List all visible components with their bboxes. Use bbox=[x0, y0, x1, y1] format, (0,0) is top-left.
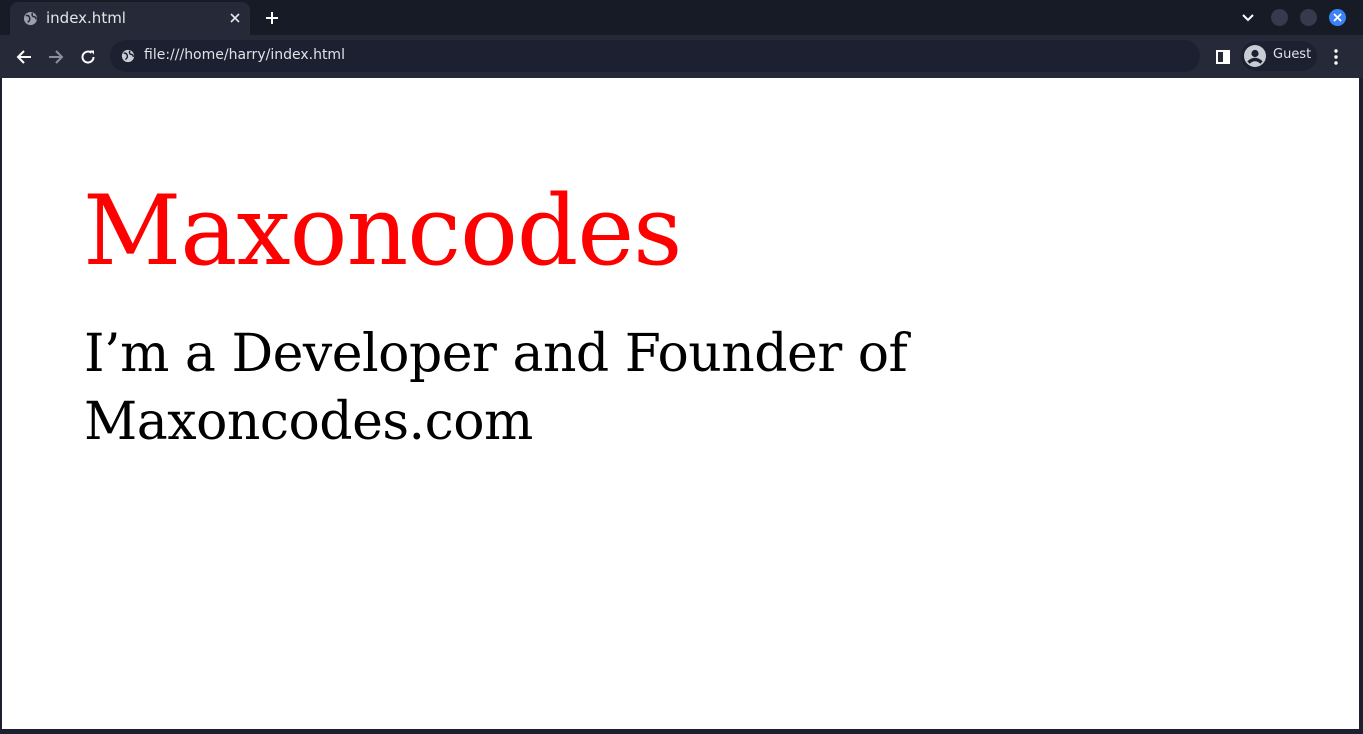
avatar-icon bbox=[1244, 45, 1266, 67]
more-vert-icon bbox=[1334, 49, 1338, 65]
arrow-left-icon bbox=[16, 50, 31, 64]
minimize-window-button[interactable] bbox=[1271, 9, 1288, 26]
profile-button[interactable]: Guest bbox=[1241, 41, 1317, 71]
address-bar[interactable]: file:///home/harry/index.html bbox=[110, 40, 1200, 72]
browser-toolbar: file:///home/harry/index.html Guest bbox=[0, 35, 1363, 78]
reload-button[interactable] bbox=[77, 46, 99, 68]
chevron-down-icon[interactable] bbox=[1239, 9, 1257, 27]
close-icon bbox=[1333, 13, 1342, 22]
maximize-window-button[interactable] bbox=[1300, 9, 1317, 26]
page-heading: Maxoncodes bbox=[83, 175, 682, 287]
window-bottom-border bbox=[0, 729, 1363, 734]
url-text[interactable]: file:///home/harry/index.html bbox=[144, 47, 345, 63]
new-tab-icon[interactable] bbox=[262, 8, 282, 28]
page-subtitle: I’m a Developer and Founder of Maxoncode… bbox=[84, 324, 908, 452]
menu-button[interactable] bbox=[1325, 46, 1347, 68]
forward-button[interactable] bbox=[45, 46, 67, 68]
tab-index-html[interactable]: index.html bbox=[10, 2, 250, 35]
reload-icon bbox=[81, 50, 95, 64]
arrow-right-icon bbox=[49, 50, 64, 64]
globe-icon[interactable] bbox=[121, 49, 135, 63]
tab-close-icon[interactable] bbox=[227, 10, 243, 26]
tab-title: index.html bbox=[46, 9, 126, 27]
globe-icon bbox=[23, 11, 38, 26]
back-button[interactable] bbox=[13, 46, 35, 68]
side-panel-icon bbox=[1216, 50, 1230, 64]
close-window-button[interactable] bbox=[1329, 9, 1346, 26]
profile-label: Guest bbox=[1273, 47, 1312, 62]
side-panel-button[interactable] bbox=[1212, 46, 1234, 68]
page-viewport: Maxoncodes I’m a Developer and Founder o… bbox=[2, 78, 1359, 729]
tab-strip: index.html bbox=[0, 0, 1363, 35]
